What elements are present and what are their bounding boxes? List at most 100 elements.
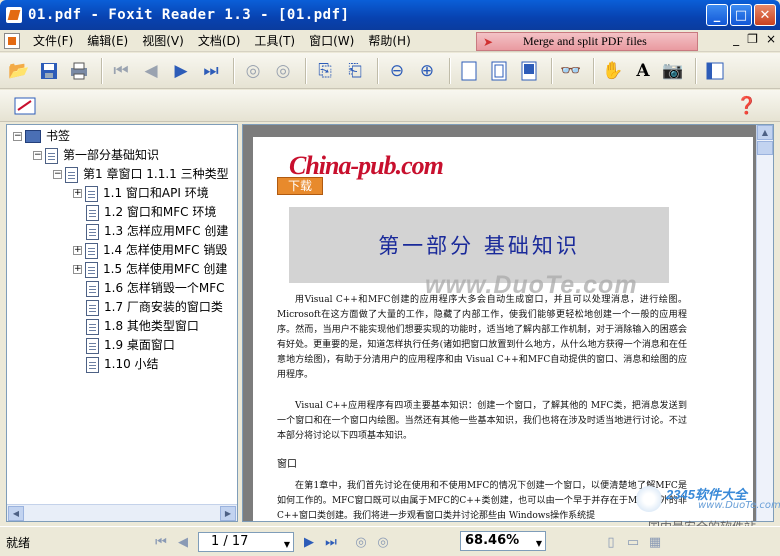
menu-view[interactable]: 视图(V) — [135, 30, 191, 52]
page-icon — [86, 337, 99, 354]
page-icon — [86, 204, 99, 221]
bookmark-item[interactable]: 1.9 桌面窗口 — [86, 336, 175, 355]
secondary-toolbar: ❓ — [0, 90, 780, 122]
paragraph-1: 用Visual C++和MFC创建的应用程序大多会自动生成窗口，并且可以处理消息… — [277, 295, 687, 380]
bookmark-item[interactable]: +1.5 怎样使用MFC 创建 — [73, 260, 227, 279]
hand-icon[interactable]: ✋ — [600, 58, 626, 84]
snapshot-icon[interactable]: 📷 — [660, 58, 686, 84]
page-icon — [45, 147, 58, 164]
first-page-icon[interactable]: ⏮ — [108, 58, 134, 84]
bookmarks-panel: − 书签 − 第一部分基础知识 − 第1 章窗口 1.1.1 三种类型 +1.1 窗口… — [6, 124, 238, 522]
status-back-icon[interactable]: ◎ — [350, 531, 372, 553]
menu-document[interactable]: 文档(D) — [191, 30, 248, 52]
page-icon — [85, 185, 98, 202]
bookmark-part[interactable]: − 第一部分基础知识 — [33, 146, 159, 165]
pdf-page: China-pub.com 下载 第一部分 基础知识 www.DuoTe.com… — [253, 137, 753, 521]
forward-icon[interactable]: ◎ — [270, 58, 296, 84]
layout-icon[interactable] — [702, 58, 728, 84]
bookmark-item[interactable]: 1.6 怎样销毁一个MFC — [86, 279, 225, 298]
rotate-left-icon[interactable]: ⎘ — [312, 58, 338, 84]
title-bar: 01.pdf - Foxit Reader 1.3 - [01.pdf] _ □… — [0, 0, 780, 30]
ad-banner[interactable]: ➤ Merge and split PDF files — [476, 32, 698, 51]
mdi-close-button[interactable]: × — [766, 32, 776, 46]
close-button[interactable]: ✕ — [754, 4, 776, 26]
section-heading: 窗口 — [277, 459, 297, 470]
status-next-page-icon[interactable]: ▶ — [298, 531, 320, 553]
bookmark-item[interactable]: 1.2 窗口和MFC 环境 — [86, 203, 216, 222]
page-width-icon[interactable] — [516, 58, 542, 84]
print-icon[interactable] — [66, 58, 92, 84]
page-icon — [86, 280, 99, 297]
page-icon — [86, 223, 99, 240]
zoom-value: 68.46% — [465, 533, 520, 548]
chevron-down-icon[interactable]: ▼ — [284, 536, 290, 554]
bookmark-root[interactable]: − 书签 — [13, 127, 70, 146]
document-viewer[interactable]: China-pub.com 下载 第一部分 基础知识 www.DuoTe.com… — [242, 124, 774, 522]
next-page-icon[interactable]: ▶ — [168, 58, 194, 84]
download-badge: 下载 — [277, 177, 323, 195]
bookmark-item[interactable]: 1.10 小结 — [86, 355, 159, 374]
zoom-in-icon[interactable]: ⊕ — [414, 58, 440, 84]
menu-help[interactable]: 帮助(H) — [361, 30, 417, 52]
mdi-minimize-button[interactable]: _ — [733, 32, 739, 46]
bookmarks-hscrollbar[interactable]: ◀ ▶ — [7, 504, 237, 521]
page-icon[interactable] — [456, 58, 482, 84]
watermark-logo-icon — [636, 486, 662, 512]
viewer-vscrollbar[interactable]: ▲ — [756, 125, 773, 521]
page-icon — [85, 242, 98, 259]
bookmark-item[interactable]: 1.3 怎样应用MFC 创建 — [86, 222, 228, 241]
single-page-view-icon[interactable]: ▯ — [600, 531, 622, 553]
chevron-down-icon[interactable]: ▼ — [536, 535, 542, 553]
minimize-button[interactable]: _ — [706, 4, 728, 26]
zoom-field[interactable]: 68.46% ▼ — [460, 531, 546, 551]
status-prev-page-icon[interactable]: ◀ — [172, 531, 194, 553]
text-select-icon[interactable]: A — [630, 58, 656, 84]
document-icon[interactable] — [4, 32, 20, 49]
page-icon — [65, 166, 78, 183]
menu-window[interactable]: 窗口(W) — [302, 30, 361, 52]
mdi-restore-button[interactable]: ❐ — [747, 32, 758, 46]
prev-page-icon[interactable]: ◀ — [138, 58, 164, 84]
bookmark-chapter[interactable]: − 第1 章窗口 1.1.1 三种类型 — [53, 165, 229, 184]
menu-edit[interactable]: 编辑(E) — [80, 30, 135, 52]
scroll-thumb[interactable] — [757, 141, 773, 155]
bookmark-item[interactable]: +1.1 窗口和API 环境 — [73, 184, 209, 203]
facing-view-icon[interactable]: ▦ — [644, 531, 666, 553]
page-icon — [85, 261, 98, 278]
save-icon[interactable] — [36, 58, 62, 84]
zoom-out-icon[interactable]: ⊖ — [384, 58, 410, 84]
page-icon — [86, 356, 99, 373]
page-number: 1 / 17 — [211, 534, 249, 549]
help-icon[interactable]: ❓ — [734, 93, 760, 119]
status-first-page-icon[interactable]: ⏮ — [150, 531, 172, 553]
window-title: 01.pdf - Foxit Reader 1.3 - [01.pdf] — [28, 7, 350, 23]
page-icon — [86, 318, 99, 335]
continuous-view-icon[interactable]: ▭ — [622, 531, 644, 553]
back-icon[interactable]: ◎ — [240, 58, 266, 84]
status-last-page-icon[interactable]: ⏭ — [320, 531, 342, 553]
scroll-up-icon[interactable]: ▲ — [757, 125, 773, 140]
annotation-icon[interactable] — [12, 93, 38, 119]
pin-icon: ➤ — [483, 35, 494, 49]
binoculars-icon[interactable]: 👓 — [558, 58, 584, 84]
status-text: 就绪 — [6, 536, 31, 550]
rotate-right-icon[interactable]: ⎗ — [342, 58, 368, 84]
paragraph-2: Visual C++应用程序有四项主要基本知识：创建一个窗口，了解其他的 MFC… — [277, 401, 687, 441]
page-fit-icon[interactable] — [486, 58, 512, 84]
bookmark-item[interactable]: 1.8 其他类型窗口 — [86, 317, 199, 336]
scroll-right-icon[interactable]: ▶ — [220, 506, 236, 521]
menu-file[interactable]: 文件(F) — [26, 30, 80, 52]
last-page-icon[interactable]: ⏭ — [198, 58, 224, 84]
maximize-button[interactable]: □ — [730, 4, 752, 26]
ad-banner-label: Merge and split PDF files — [523, 34, 647, 48]
main-toolbar: 📂 ⏮ ◀ ▶ ⏭ ◎ ◎ ⎘ ⎗ ⊖ ⊕ 👓 ✋ A 📷 — [0, 53, 780, 89]
foxit-app-icon[interactable] — [6, 7, 22, 23]
bookmark-item[interactable]: 1.7 厂商安装的窗口类 — [86, 298, 223, 317]
page-number-field[interactable]: 1 / 17 ▼ — [198, 532, 294, 552]
status-forward-icon[interactable]: ◎ — [372, 531, 394, 553]
open-icon[interactable]: 📂 — [6, 58, 32, 84]
scroll-left-icon[interactable]: ◀ — [8, 506, 24, 521]
menu-tools[interactable]: 工具(T) — [247, 30, 302, 52]
paragraph-3: 在第1章中，我们首先讨论在使用和不使用MFC的情况下创建一个窗口，以便清楚地了解… — [277, 481, 687, 521]
bookmark-item[interactable]: +1.4 怎样使用MFC 销毁 — [73, 241, 227, 260]
